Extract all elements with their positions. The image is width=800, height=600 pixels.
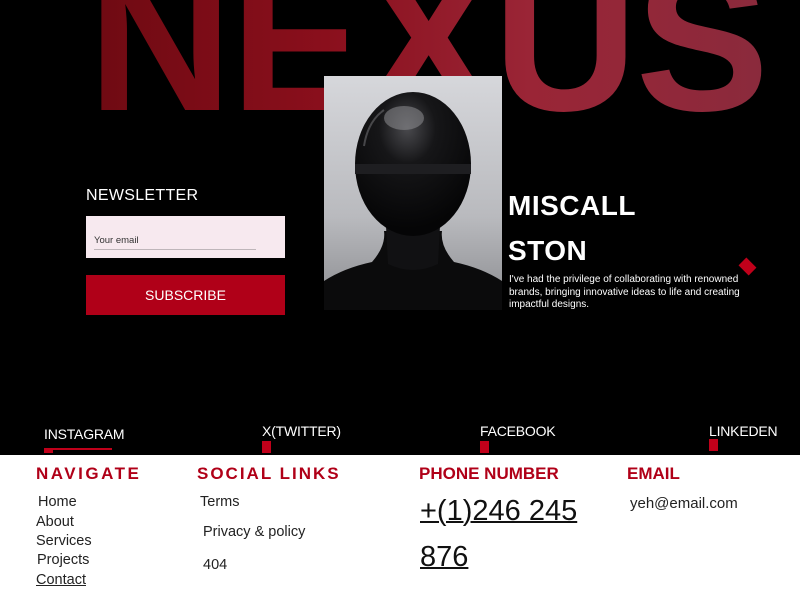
diamond-icon	[738, 257, 757, 276]
social-linkedin[interactable]: LINKEDEN	[709, 423, 778, 439]
social-link-404[interactable]: 404	[203, 557, 227, 573]
subscribe-button[interactable]: SUBSCRIBE	[86, 275, 285, 315]
newsletter-title: NEWSLETTER	[86, 187, 199, 204]
social-links-heading: SOCIAL LINKS	[197, 464, 341, 483]
email-heading: EMAIL	[627, 464, 680, 483]
phone-heading: PHONE NUMBER	[419, 464, 559, 483]
profile-name-line2: STON	[508, 235, 588, 266]
linkedin-marker	[709, 439, 718, 451]
nav-link-projects[interactable]: Projects	[37, 552, 89, 568]
instagram-marker	[44, 448, 53, 453]
twitter-marker	[262, 441, 271, 453]
nav-link-contact[interactable]: Contact	[36, 572, 86, 588]
profile-name-line1: MISCALL	[508, 190, 636, 221]
profile-name: MISCALL STON	[508, 183, 636, 273]
social-link-privacy[interactable]: Privacy & policy	[203, 524, 305, 540]
nav-link-services[interactable]: Services	[36, 533, 92, 549]
navigate-heading: NAVIGATE	[36, 464, 142, 483]
social-facebook[interactable]: FACEBOOK	[480, 423, 556, 439]
nav-link-home[interactable]: Home	[38, 494, 77, 510]
phone-number-link[interactable]: +(1)246 245 876	[420, 488, 610, 580]
newsletter-email-box	[86, 216, 285, 258]
facebook-marker	[480, 441, 489, 453]
newsletter-email-input[interactable]	[94, 232, 256, 250]
nav-link-about[interactable]: About	[36, 514, 74, 530]
social-instagram[interactable]: INSTAGRAM	[44, 426, 125, 442]
instagram-underline	[44, 448, 112, 450]
social-link-terms[interactable]: Terms	[200, 494, 239, 510]
social-twitter[interactable]: X(TWITTER)	[262, 423, 341, 439]
hero-section: NEXUS NEWSLETTE	[0, 0, 800, 455]
email-link[interactable]: yeh@email.com	[630, 495, 738, 512]
profile-portrait	[324, 76, 502, 310]
profile-bio: I've had the privilege of collaborating …	[509, 274, 740, 310]
portrait-figure	[324, 76, 502, 310]
